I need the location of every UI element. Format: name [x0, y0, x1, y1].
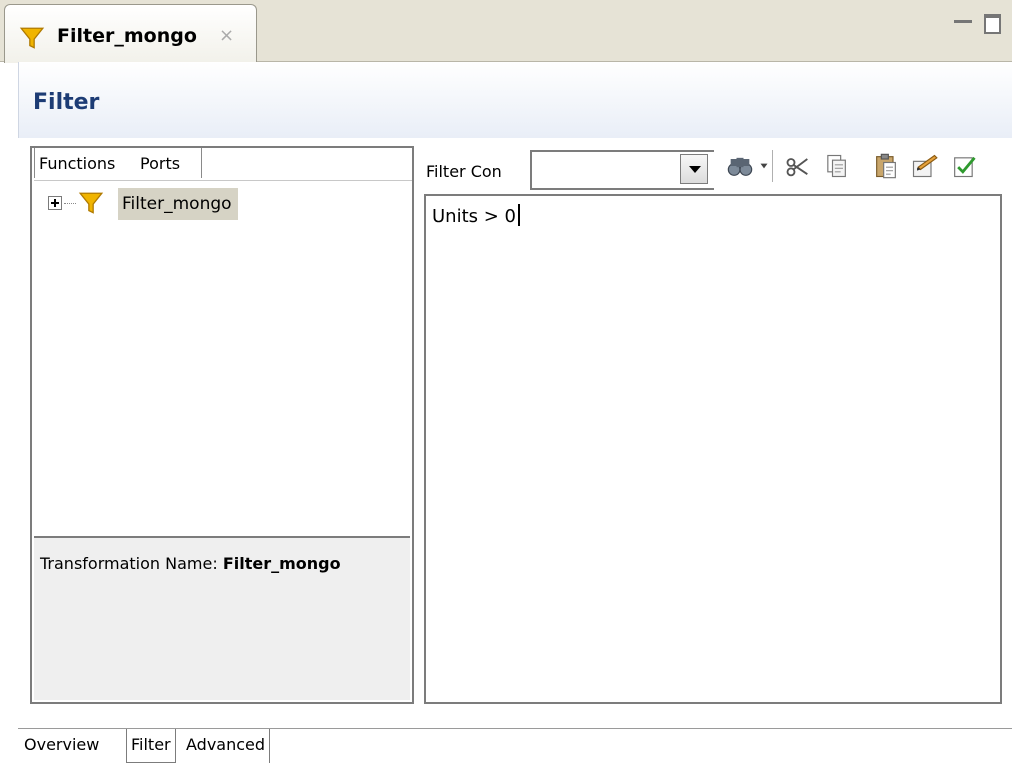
- page-title: Filter: [33, 90, 100, 115]
- minimize-icon[interactable]: [954, 20, 972, 23]
- editor-tab-strip: Filter_mongo ×: [0, 0, 1012, 63]
- tab-overview[interactable]: Overview: [20, 729, 103, 763]
- transformation-info: Transformation Name: Filter_mongo: [34, 536, 410, 700]
- dropdown-arrow-icon[interactable]: [750, 152, 778, 180]
- validate-icon[interactable]: [950, 152, 978, 180]
- transformation-name-value: Filter_mongo: [222, 554, 341, 573]
- copy-icon[interactable]: [822, 152, 850, 180]
- cut-icon[interactable]: [784, 152, 812, 180]
- tab-divider: [34, 180, 412, 181]
- tab-filter[interactable]: Filter: [126, 729, 176, 763]
- text-caret: [518, 204, 520, 226]
- editor-tab-filter-mongo[interactable]: Filter_mongo ×: [4, 4, 257, 63]
- filter-funnel-icon: [19, 27, 45, 49]
- expression-text: Units > 0: [432, 206, 516, 227]
- tab-advanced[interactable]: Advanced: [182, 729, 271, 763]
- tree-connector: [64, 203, 76, 204]
- tree-node-filter-mongo[interactable]: Filter_mongo: [118, 188, 238, 220]
- edit-icon[interactable]: [910, 152, 938, 180]
- tab-ports[interactable]: Ports: [136, 148, 202, 178]
- filter-funnel-icon: [78, 192, 104, 214]
- maximize-icon[interactable]: [984, 14, 1001, 34]
- tab-functions[interactable]: Functions: [34, 148, 138, 178]
- toolbar-separator: [772, 150, 773, 182]
- tree-expand-icon[interactable]: [48, 196, 62, 210]
- editor-tab-title: Filter_mongo: [57, 25, 197, 47]
- page-header: Filter: [18, 62, 1012, 138]
- filter-expression-editor[interactable]: Units > 0: [424, 194, 1002, 704]
- ports-panel: Functions Ports Filter_mongo Transformat…: [30, 146, 414, 704]
- chevron-down-icon[interactable]: [680, 154, 708, 184]
- paste-icon[interactable]: [872, 152, 900, 180]
- filter-condition-label: Filter Con: [426, 162, 502, 181]
- transformation-name-label: Transformation Name:: [40, 554, 218, 573]
- transformation-name-row: Transformation Name: Filter_mongo: [40, 554, 341, 573]
- expression-line: Units > 0: [432, 204, 520, 227]
- close-icon[interactable]: ×: [219, 25, 234, 46]
- bottom-tab-bar: Overview Filter Advanced: [18, 728, 1012, 764]
